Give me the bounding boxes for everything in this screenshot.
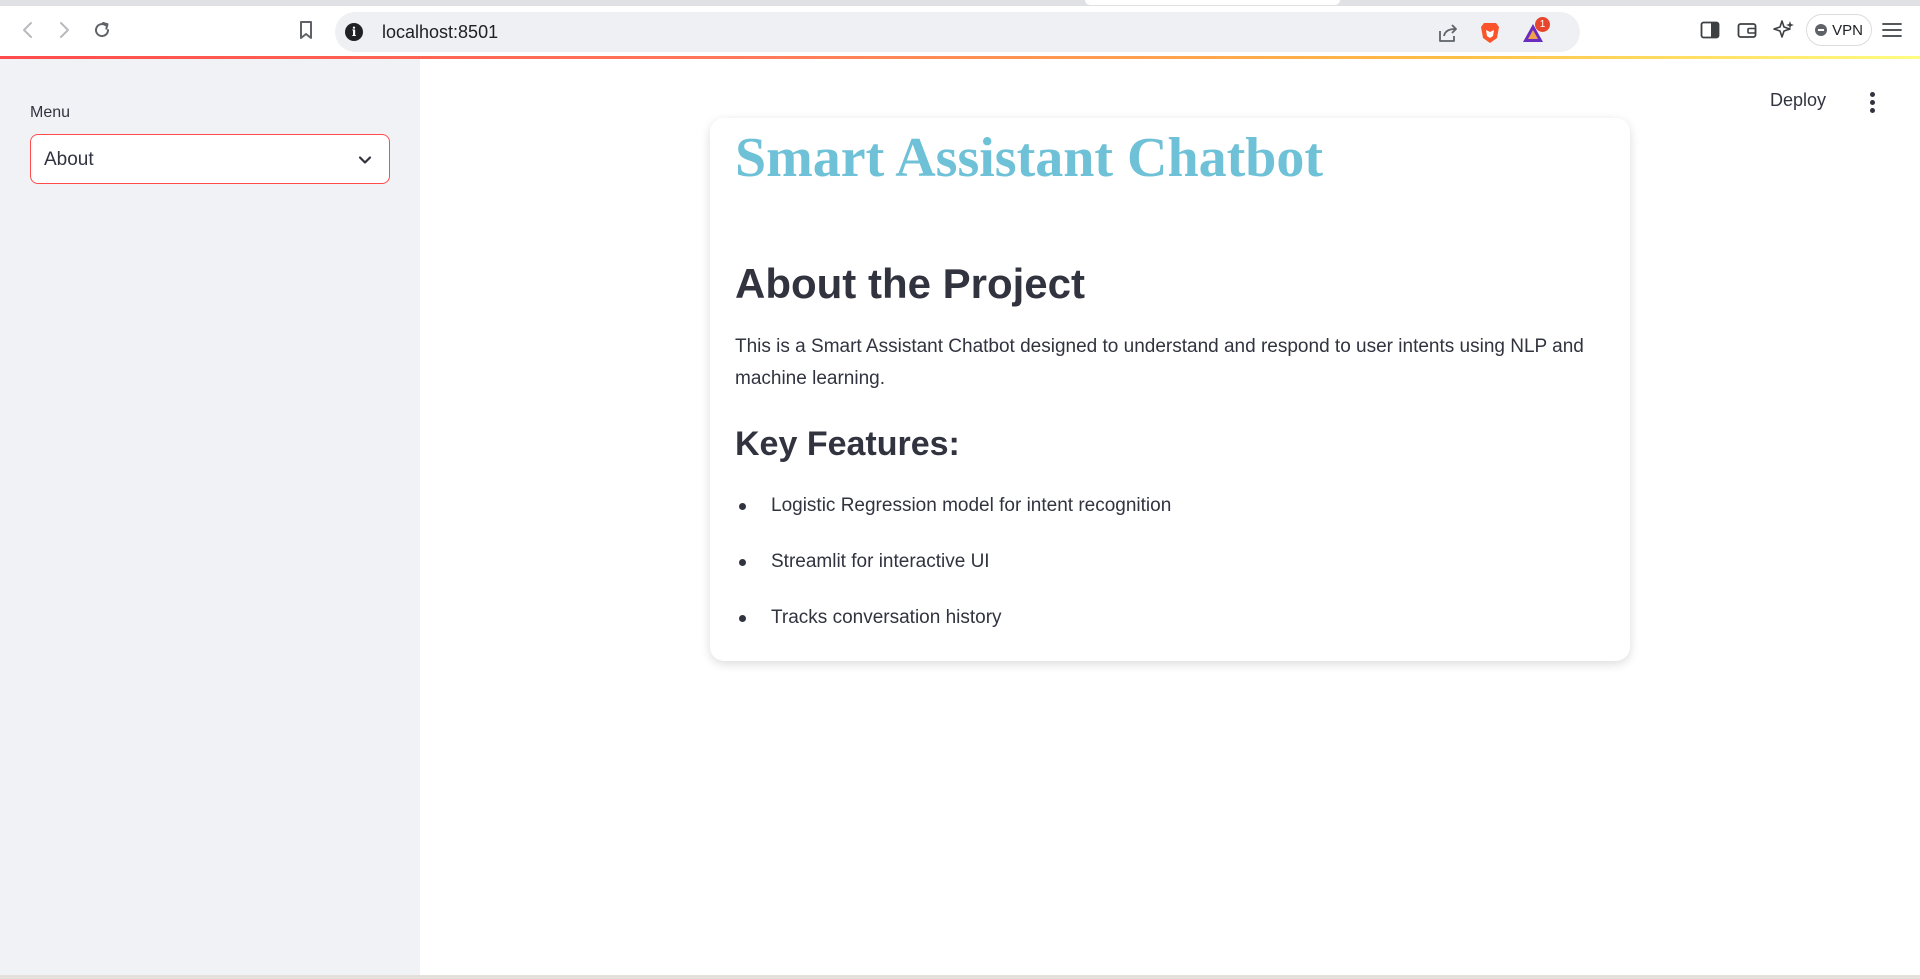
notification-badge: 1 bbox=[1535, 17, 1550, 32]
menu-select-value: About bbox=[44, 149, 94, 170]
sidebar-toggle-button[interactable] bbox=[1696, 16, 1724, 44]
leo-sparkle-icon bbox=[1773, 20, 1794, 38]
deploy-button[interactable]: Deploy bbox=[1770, 90, 1826, 111]
sidebar bbox=[0, 59, 420, 976]
forward-button[interactable] bbox=[48, 14, 80, 46]
info-icon[interactable]: i bbox=[345, 23, 363, 41]
content-card: Smart Assistant Chatbot About the Projec… bbox=[710, 118, 1630, 661]
tab-strip bbox=[0, 0, 1920, 6]
menu-select[interactable]: About bbox=[30, 134, 390, 184]
about-heading: About the Project bbox=[735, 260, 1086, 307]
forward-arrow-icon bbox=[60, 22, 69, 38]
bullet-icon bbox=[739, 615, 746, 622]
wallet-button[interactable] bbox=[1733, 16, 1761, 44]
browser-toolbar: i localhost:8501 1 VPN bbox=[0, 0, 1920, 59]
features-heading: Key Features: bbox=[735, 425, 960, 463]
list-item: Tracks conversation history bbox=[735, 602, 1171, 658]
bookmark-button[interactable] bbox=[290, 14, 322, 46]
back-arrow-icon bbox=[23, 22, 32, 38]
bullet-icon bbox=[739, 559, 746, 566]
reload-icon bbox=[95, 22, 110, 38]
list-item: Logistic Regression model for intent rec… bbox=[735, 490, 1171, 546]
share-icon bbox=[1439, 24, 1457, 42]
list-item: Streamlit for interactive UI bbox=[735, 546, 1171, 602]
chevron-down-icon bbox=[358, 156, 372, 164]
address-bar[interactable]: i localhost:8501 1 bbox=[335, 12, 1580, 52]
rewards-button[interactable]: 1 bbox=[1520, 17, 1550, 46]
feature-text: Tracks conversation history bbox=[771, 607, 1002, 628]
vpn-status-icon bbox=[1815, 24, 1828, 36]
sidebar-panel-icon bbox=[1700, 21, 1720, 39]
browser-menu-button[interactable] bbox=[1878, 16, 1906, 44]
reload-button[interactable] bbox=[86, 14, 118, 46]
back-button[interactable] bbox=[12, 14, 44, 46]
feature-text: Logistic Regression model for intent rec… bbox=[771, 495, 1172, 516]
leo-ai-button[interactable] bbox=[1770, 16, 1798, 44]
brave-shields-button[interactable] bbox=[1477, 20, 1503, 46]
window-bottom-edge bbox=[0, 975, 1920, 979]
active-tab-edge[interactable] bbox=[1085, 0, 1340, 5]
share-button[interactable] bbox=[1435, 20, 1461, 46]
brave-lion-icon bbox=[1481, 23, 1499, 43]
bookmark-icon bbox=[300, 21, 312, 39]
hamburger-menu-icon bbox=[1882, 23, 1902, 37]
feature-text: Streamlit for interactive UI bbox=[771, 551, 990, 572]
about-text: This is a Smart Assistant Chatbot design… bbox=[735, 336, 1584, 389]
bullet-icon bbox=[739, 503, 746, 510]
vpn-label: VPN bbox=[1832, 21, 1863, 39]
vpn-button[interactable]: VPN bbox=[1806, 14, 1872, 46]
menu-label: Menu bbox=[30, 104, 71, 121]
kebab-menu-icon[interactable] bbox=[1860, 88, 1884, 114]
wallet-icon bbox=[1737, 23, 1757, 38]
app-title: Smart Assistant Chatbot bbox=[735, 127, 1324, 189]
features-list: Logistic Regression model for intent rec… bbox=[735, 490, 1171, 658]
url-text[interactable]: localhost:8501 bbox=[382, 22, 498, 42]
